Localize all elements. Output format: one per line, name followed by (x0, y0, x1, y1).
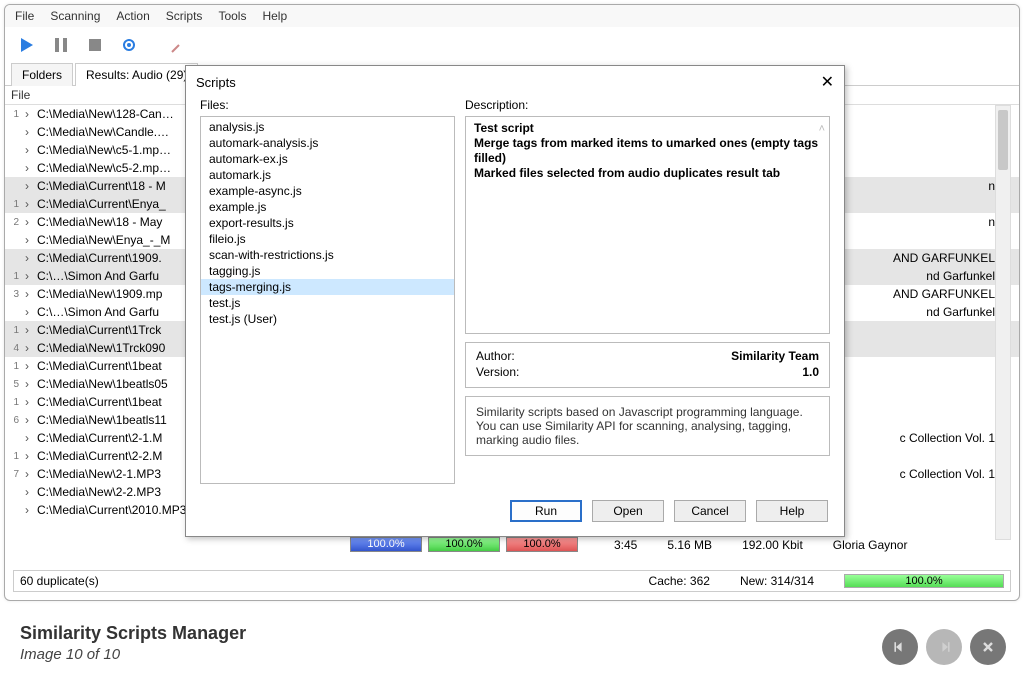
prev-icon[interactable] (882, 629, 918, 665)
pct-cell-1: 100.0% (350, 537, 422, 552)
gear-icon[interactable] (115, 31, 143, 59)
list-item[interactable]: fileio.js (201, 231, 454, 247)
list-item[interactable]: export-results.js (201, 215, 454, 231)
list-item[interactable]: automark-ex.js (201, 151, 454, 167)
open-button[interactable]: Open (592, 500, 664, 522)
script-meta: Author: Similarity Team Version: 1.0 (465, 342, 830, 388)
desc-line: Merge tags from marked items to umarked … (474, 136, 821, 166)
chevron-up-icon[interactable]: ˄ (819, 123, 825, 137)
menu-help[interactable]: Help (262, 9, 287, 23)
close-gallery-icon[interactable] (970, 629, 1006, 665)
author-label: Author: (476, 349, 515, 363)
list-item[interactable]: tagging.js (201, 263, 454, 279)
stop-icon[interactable] (81, 31, 109, 59)
scripts-dialog: Scripts ✕ Files: analysis.jsautomark-ana… (185, 65, 845, 537)
list-item[interactable]: analysis.js (201, 119, 454, 135)
caption-subtitle: Image 10 of 10 (20, 646, 246, 663)
toolbar (5, 27, 1019, 63)
description-label: Description: (465, 98, 830, 112)
status-cache: Cache: 362 (649, 574, 710, 588)
tab-results-audio[interactable]: Results: Audio (29) (75, 63, 198, 86)
list-item[interactable]: tags-merging.js (201, 279, 454, 295)
menu-scripts[interactable]: Scripts (166, 9, 203, 23)
vertical-scrollbar[interactable] (995, 105, 1011, 540)
version-label: Version: (476, 365, 519, 379)
files-listbox[interactable]: analysis.jsautomark-analysis.jsautomark-… (200, 116, 455, 484)
wrench-icon[interactable] (165, 31, 193, 59)
pct-cell-2: 100.0% (428, 537, 500, 552)
status-new: New: 314/314 (740, 574, 814, 588)
list-item[interactable]: example-async.js (201, 183, 454, 199)
app-window: File Scanning Action Scripts Tools Help … (4, 4, 1020, 601)
list-item[interactable]: scan-with-restrictions.js (201, 247, 454, 263)
author-value: Similarity Team (731, 349, 819, 363)
play-icon[interactable] (13, 31, 41, 59)
run-button[interactable]: Run (510, 500, 582, 522)
tab-folders[interactable]: Folders (11, 63, 73, 86)
list-item[interactable]: test.js (User) (201, 311, 454, 327)
version-value: 1.0 (802, 365, 819, 379)
help-button[interactable]: Help (756, 500, 828, 522)
desc-line: Marked files selected from audio duplica… (474, 166, 821, 181)
gallery-nav (882, 629, 1006, 665)
close-icon[interactable]: ✕ (821, 72, 834, 92)
statusbar: 60 duplicate(s) Cache: 362 New: 314/314 … (13, 570, 1011, 592)
pause-icon[interactable] (47, 31, 75, 59)
files-label: Files: (200, 98, 455, 112)
menu-scanning[interactable]: Scanning (50, 9, 100, 23)
next-icon[interactable] (926, 629, 962, 665)
list-item[interactable]: test.js (201, 295, 454, 311)
dialog-title: Scripts (196, 75, 236, 90)
gallery-caption: Similarity Scripts Manager Image 10 of 1… (20, 623, 246, 663)
menubar: File Scanning Action Scripts Tools Help (5, 5, 1019, 27)
filesize: 5.16 MB (667, 538, 712, 552)
cancel-button[interactable]: Cancel (674, 500, 746, 522)
status-dupes: 60 duplicate(s) (20, 574, 99, 588)
pct-cell-3: 100.0% (506, 537, 578, 552)
artist: Gloria Gaynor (833, 538, 908, 552)
caption-title: Similarity Scripts Manager (20, 623, 246, 644)
menu-action[interactable]: Action (116, 9, 149, 23)
last-row-metrics: 100.0% 100.0% 100.0% 3:45 5.16 MB 192.00… (350, 537, 907, 552)
menu-tools[interactable]: Tools (218, 9, 246, 23)
menu-file[interactable]: File (15, 9, 34, 23)
status-progress: 100.0% (844, 574, 1004, 588)
info-box: Similarity scripts based on Javascript p… (465, 396, 830, 456)
duration: 3:45 (614, 538, 637, 552)
list-item[interactable]: example.js (201, 199, 454, 215)
bitrate: 192.00 Kbit (742, 538, 803, 552)
list-item[interactable]: automark.js (201, 167, 454, 183)
desc-line: Test script (474, 121, 821, 136)
description-box: ˄ Test script Merge tags from marked ite… (465, 116, 830, 334)
list-item[interactable]: automark-analysis.js (201, 135, 454, 151)
